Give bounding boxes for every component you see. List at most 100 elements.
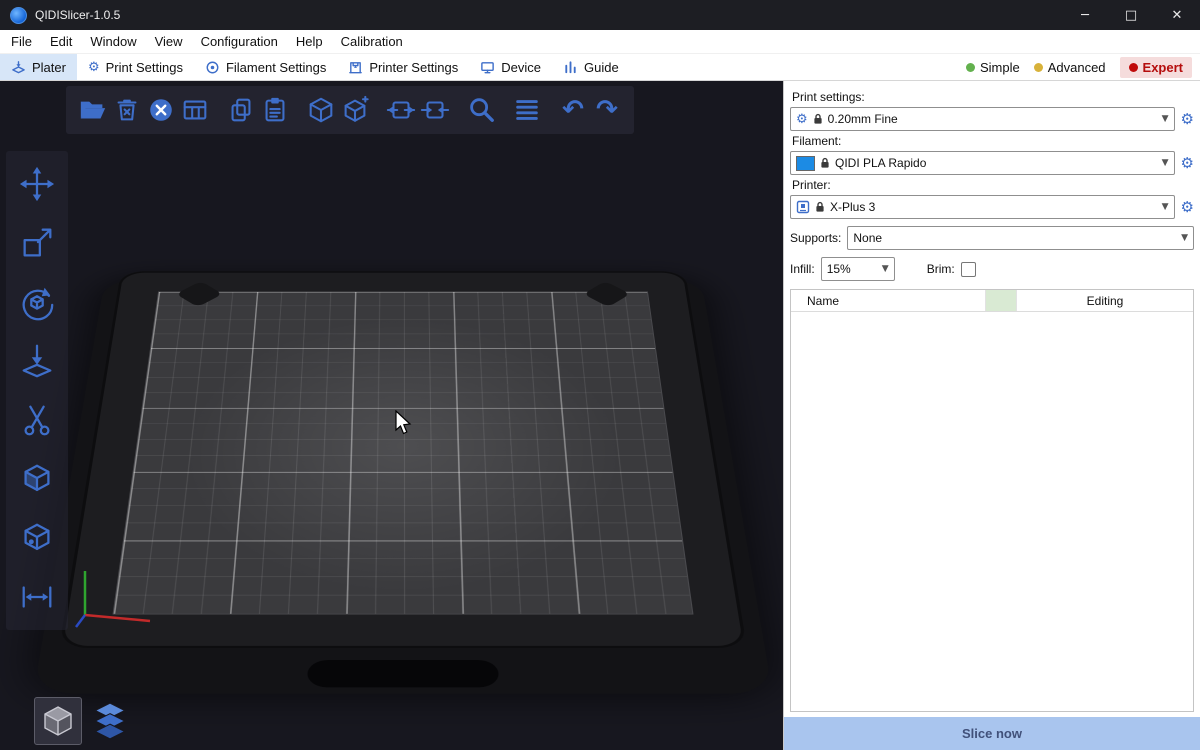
scale-icon	[18, 224, 56, 262]
tab-plater[interactable]: Plater	[0, 54, 77, 80]
brim-checkbox[interactable]	[961, 262, 976, 277]
3d-viewport[interactable]: ↶ ↷	[0, 81, 783, 750]
search-button[interactable]	[464, 90, 498, 130]
measure-icon	[18, 578, 56, 616]
menu-edit[interactable]: Edit	[41, 34, 81, 49]
print-profile-select[interactable]: ⚙ 0.20mm Fine ▼	[790, 107, 1175, 131]
chevron-down-icon: ▼	[1181, 233, 1188, 243]
object-list-body[interactable]	[791, 312, 1193, 711]
copy-button[interactable]	[224, 90, 258, 130]
view-switch	[34, 697, 134, 745]
tabbar: Plater ⚙ Print Settings Filament Setting…	[0, 54, 1200, 81]
redo-button[interactable]: ↷	[590, 90, 624, 130]
chevron-down-icon: ▼	[1162, 114, 1169, 124]
app-logo-icon	[10, 7, 27, 24]
arrange-button[interactable]	[178, 90, 212, 130]
column-header-name: Name	[791, 290, 986, 311]
tab-device-label: Device	[501, 60, 541, 75]
split-parts-icon	[340, 95, 370, 125]
infill-value: 15%	[827, 262, 851, 276]
paste-button[interactable]	[258, 90, 292, 130]
print-profile-value: 0.20mm Fine	[828, 112, 898, 126]
rotate-tool-button[interactable]	[13, 279, 61, 325]
infill-select[interactable]: 15% ▼	[821, 257, 895, 281]
measure-tool-button[interactable]	[13, 574, 61, 620]
print-settings-icon: ⚙	[88, 61, 100, 74]
variable-layer-height-button[interactable]	[510, 90, 544, 130]
app-window: QIDISlicer-1.0.5 ─ □ ✕ File Edit Window …	[0, 0, 1200, 750]
move-tool-button[interactable]	[13, 161, 61, 207]
printer-settings-icon	[348, 60, 363, 75]
mode-expert[interactable]: Expert	[1120, 57, 1192, 78]
add-instance-button[interactable]	[384, 90, 418, 130]
tab-guide-label: Guide	[584, 60, 619, 75]
window-title: QIDISlicer-1.0.5	[35, 8, 120, 22]
print-settings-gear-button[interactable]: ⚙	[1181, 112, 1194, 127]
menu-calibration[interactable]: Calibration	[332, 34, 412, 49]
bed-grid	[113, 291, 694, 614]
remove-instance-button[interactable]	[418, 90, 452, 130]
layers-icon	[512, 95, 542, 125]
window-controls: ─ □ ✕	[1062, 0, 1200, 30]
expert-mode-dot-icon	[1129, 63, 1138, 72]
mode-simple-label: Simple	[980, 60, 1020, 75]
printer-select[interactable]: X-Plus 3 ▼	[790, 195, 1175, 219]
split-objects-icon	[306, 95, 336, 125]
supports-select[interactable]: None ▼	[847, 226, 1194, 250]
close-button[interactable]: ✕	[1154, 0, 1200, 30]
menu-file[interactable]: File	[2, 34, 41, 49]
delete-all-button[interactable]	[144, 90, 178, 130]
tab-device[interactable]: Device	[469, 54, 552, 80]
profile-gear-icon: ⚙	[796, 113, 808, 126]
printer-label: Printer:	[792, 178, 1194, 192]
scale-tool-button[interactable]	[13, 220, 61, 266]
filament-gear-button[interactable]: ⚙	[1181, 156, 1194, 171]
object-list-header: Name Editing	[791, 290, 1193, 312]
tab-print-settings-label: Print Settings	[106, 60, 183, 75]
menu-configuration[interactable]: Configuration	[192, 34, 287, 49]
tab-printer-settings[interactable]: Printer Settings	[337, 54, 469, 80]
mode-advanced[interactable]: Advanced	[1034, 60, 1106, 75]
place-on-face-icon	[18, 342, 56, 380]
minimize-button[interactable]: ─	[1062, 0, 1108, 30]
chevron-down-icon: ▼	[882, 264, 889, 274]
tab-print-settings[interactable]: ⚙ Print Settings	[77, 54, 194, 80]
split-to-parts-button[interactable]	[338, 90, 372, 130]
tab-plater-label: Plater	[32, 60, 66, 75]
place-on-face-tool-button[interactable]	[13, 338, 61, 384]
printer-gear-button[interactable]: ⚙	[1181, 200, 1194, 215]
tab-guide[interactable]: Guide	[552, 54, 630, 80]
tab-filament-settings-label: Filament Settings	[226, 60, 326, 75]
mode-simple[interactable]: Simple	[966, 60, 1020, 75]
3d-view-cube-icon	[38, 701, 78, 741]
menu-help[interactable]: Help	[287, 34, 332, 49]
3d-editor-view-button[interactable]	[34, 697, 82, 745]
remove-instance-icon	[420, 95, 450, 125]
lock-icon	[820, 157, 830, 169]
chevron-down-icon: ▼	[1162, 202, 1169, 212]
delete-button[interactable]	[110, 90, 144, 130]
menu-window[interactable]: Window	[81, 34, 145, 49]
menu-view[interactable]: View	[146, 34, 192, 49]
seam-tool-button[interactable]	[13, 515, 61, 561]
undo-button[interactable]: ↶	[556, 90, 590, 130]
preview-view-button[interactable]	[86, 697, 134, 745]
maximize-button[interactable]: □	[1108, 0, 1154, 30]
paint-supports-tool-button[interactable]	[13, 456, 61, 502]
redo-icon: ↷	[596, 97, 618, 123]
undo-icon: ↶	[562, 97, 584, 123]
split-to-objects-button[interactable]	[304, 90, 338, 130]
mode-selector: Simple Advanced Expert	[966, 54, 1200, 80]
filament-color-swatch	[796, 156, 815, 171]
filament-select[interactable]: QIDI PLA Rapido ▼	[790, 151, 1175, 175]
filament-settings-icon	[205, 60, 220, 75]
copy-icon	[226, 95, 256, 125]
chevron-down-icon: ▼	[1162, 158, 1169, 168]
slice-now-button[interactable]: Slice now	[784, 717, 1200, 750]
cut-scissors-icon	[18, 401, 56, 439]
open-button[interactable]	[76, 90, 110, 130]
arrange-icon	[180, 95, 210, 125]
cut-tool-button[interactable]	[13, 397, 61, 443]
device-icon	[480, 60, 495, 75]
tab-filament-settings[interactable]: Filament Settings	[194, 54, 337, 80]
